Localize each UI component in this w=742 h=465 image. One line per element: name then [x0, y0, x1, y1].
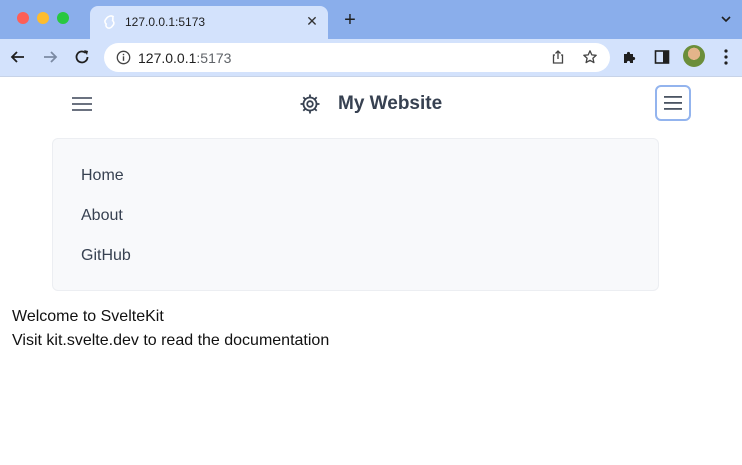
site-title: My Website — [338, 93, 443, 114]
bookmark-star-icon[interactable] — [582, 49, 598, 65]
menu-item-about[interactable]: About — [81, 207, 123, 225]
url-port: :5173 — [196, 50, 232, 66]
tab-title: 127.0.0.1:5173 — [125, 15, 206, 29]
browser-tab-strip: 127.0.0.1:5173 ✕ + — [0, 0, 742, 39]
url-host: 127.0.0.1 — [138, 50, 197, 66]
hamburger-icon — [664, 96, 682, 110]
side-panel-icon[interactable] — [654, 49, 670, 65]
menu-toggle-button[interactable] — [655, 85, 691, 121]
site-brand[interactable]: My Website — [298, 91, 442, 117]
main-content: Welcome to SvelteKit Visit kit.svelte.de… — [12, 305, 329, 353]
tab-close-icon[interactable]: ✕ — [304, 13, 320, 29]
gear-logo-icon — [300, 94, 320, 114]
menu-item-home[interactable]: Home — [81, 167, 124, 185]
window-close-button[interactable] — [17, 12, 29, 24]
window-maximize-button[interactable] — [57, 12, 69, 24]
web-page: My Website Home About GitHub Welcome to … — [0, 77, 742, 465]
back-arrow-icon[interactable] — [8, 47, 28, 67]
forward-arrow-icon[interactable] — [40, 47, 60, 67]
profile-avatar[interactable] — [683, 45, 705, 67]
new-tab-icon[interactable]: + — [341, 10, 359, 30]
reload-icon[interactable] — [72, 47, 92, 67]
site-info-icon[interactable] — [116, 50, 131, 65]
extensions-puzzle-icon[interactable] — [622, 49, 638, 65]
address-url: 127.0.0.1:5173 — [138, 50, 231, 66]
svelte-favicon-icon — [104, 15, 115, 29]
browser-menu-kebab-icon[interactable] — [720, 48, 732, 66]
tab-search-chevron-icon[interactable] — [720, 13, 732, 25]
browser-tab-active[interactable]: 127.0.0.1:5173 ✕ — [90, 6, 328, 39]
sidebar-hamburger-icon[interactable] — [70, 95, 94, 113]
nav-menu-panel: Home About GitHub — [52, 138, 659, 291]
browser-toolbar: 127.0.0.1:5173 — [0, 39, 742, 77]
docs-text: Visit kit.svelte.dev to read the documen… — [12, 332, 330, 349]
window-minimize-button[interactable] — [37, 12, 49, 24]
address-bar[interactable]: 127.0.0.1:5173 — [104, 43, 610, 72]
share-icon[interactable] — [550, 49, 566, 65]
welcome-heading: Welcome to SvelteKit — [12, 308, 164, 325]
menu-item-github[interactable]: GitHub — [81, 247, 131, 265]
